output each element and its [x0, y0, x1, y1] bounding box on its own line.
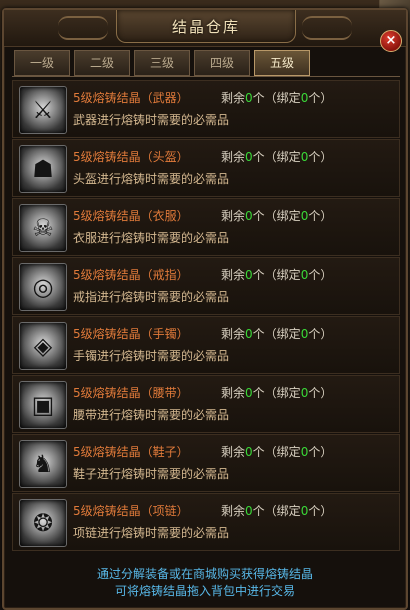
- boots-icon: ♞: [32, 450, 54, 478]
- item-stock: 剩余0个（绑定0个）: [221, 150, 333, 164]
- list-item[interactable]: ☗ 5级熔铸结晶（头盔） 剩余0个（绑定0个） 头盔进行熔铸时需要的必需品: [12, 139, 400, 197]
- item-stock: 剩余0个（绑定0个）: [221, 327, 333, 341]
- list-item[interactable]: ♞ 5级熔铸结晶（鞋子） 剩余0个（绑定0个） 鞋子进行熔铸时需要的必需品: [12, 434, 400, 492]
- item-description: 手镯进行熔铸时需要的必需品: [73, 349, 230, 363]
- remain-count: 0: [245, 327, 253, 341]
- footer-hint-line-1: 通过分解装备或在商城购买获得熔铸结晶: [96, 567, 313, 581]
- remain-count: 0: [245, 150, 253, 164]
- item-stock: 剩余0个（绑定0个）: [221, 445, 333, 459]
- item-description: 腰带进行熔铸时需要的必需品: [73, 408, 230, 422]
- item-description: 戒指进行熔铸时需要的必需品: [73, 290, 230, 304]
- crystal-warehouse-window: 结晶仓库 × 一级 二级 三级 四级 五级 ⚔ 5级熔铸结晶（武器） 剩余0个（…: [2, 8, 408, 610]
- remain-count: 0: [245, 91, 253, 105]
- window-title: 结晶仓库: [171, 18, 240, 36]
- title-plate: 结晶仓库: [116, 10, 296, 43]
- footer-hint: 通过分解装备或在商城购买获得熔铸结晶 可将熔铸结晶拖入背包中进行交易: [4, 566, 406, 600]
- list-item[interactable]: ❂ 5级熔铸结晶（项链） 剩余0个（绑定0个） 项链进行熔铸时需要的必需品: [12, 493, 400, 551]
- item-stock: 剩余0个（绑定0个）: [221, 504, 333, 518]
- list-item[interactable]: ◎ 5级熔铸结晶（戒指） 剩余0个（绑定0个） 戒指进行熔铸时需要的必需品: [12, 257, 400, 315]
- item-slot[interactable]: ⚔: [19, 86, 67, 134]
- necklace-icon: ❂: [32, 509, 54, 537]
- title-ornament-left: [58, 16, 108, 40]
- item-stock: 剩余0个（绑定0个）: [221, 386, 333, 400]
- list-item[interactable]: ⚔ 5级熔铸结晶（武器） 剩余0个（绑定0个） 武器进行熔铸时需要的必需品: [12, 80, 400, 138]
- tab-level-2[interactable]: 二级: [74, 50, 130, 76]
- belt-icon: ▣: [31, 391, 55, 419]
- tab-level-3[interactable]: 三级: [134, 50, 190, 76]
- item-slot[interactable]: ❂: [19, 499, 67, 547]
- item-slot[interactable]: ☗: [19, 145, 67, 193]
- item-stock: 剩余0个（绑定0个）: [221, 91, 333, 105]
- item-slot[interactable]: ♞: [19, 440, 67, 488]
- item-name: 5级熔铸结晶（项链）: [73, 504, 189, 518]
- remain-count: 0: [245, 268, 253, 282]
- item-stock: 剩余0个（绑定0个）: [221, 209, 333, 223]
- remain-count: 0: [245, 209, 253, 223]
- title-bar[interactable]: 结晶仓库: [4, 10, 406, 47]
- remain-count: 0: [245, 386, 253, 400]
- close-button[interactable]: ×: [380, 30, 402, 52]
- helmet-icon: ☗: [32, 155, 54, 183]
- footer-hint-line-2: 可将熔铸结晶拖入背包中进行交易: [114, 584, 295, 598]
- item-slot[interactable]: ☠: [19, 204, 67, 252]
- item-name: 5级熔铸结晶（武器）: [73, 91, 189, 105]
- item-description: 项链进行熔铸时需要的必需品: [73, 526, 230, 540]
- title-ornament-right: [302, 16, 352, 40]
- bracelet-icon: ◈: [33, 332, 53, 360]
- item-name: 5级熔铸结晶（头盔）: [73, 150, 189, 164]
- list-item[interactable]: ☠ 5级熔铸结晶（衣服） 剩余0个（绑定0个） 衣服进行熔铸时需要的必需品: [12, 198, 400, 256]
- item-slot[interactable]: ◎: [19, 263, 67, 311]
- level-tabs: 一级 二级 三级 四级 五级: [14, 50, 404, 76]
- item-name: 5级熔铸结晶（腰带）: [73, 386, 189, 400]
- tab-level-5[interactable]: 五级: [254, 50, 310, 76]
- close-icon: ×: [385, 33, 397, 48]
- tab-level-1[interactable]: 一级: [14, 50, 70, 76]
- tab-divider: [12, 76, 400, 77]
- ring-icon: ◎: [32, 273, 54, 301]
- item-description: 武器进行熔铸时需要的必需品: [73, 113, 230, 127]
- item-slot[interactable]: ◈: [19, 322, 67, 370]
- item-description: 鞋子进行熔铸时需要的必需品: [73, 467, 230, 481]
- item-stock: 剩余0个（绑定0个）: [221, 268, 333, 282]
- weapon-icon: ⚔: [32, 96, 54, 124]
- list-item[interactable]: ▣ 5级熔铸结晶（腰带） 剩余0个（绑定0个） 腰带进行熔铸时需要的必需品: [12, 375, 400, 433]
- remain-count: 0: [245, 445, 253, 459]
- item-description: 头盔进行熔铸时需要的必需品: [73, 172, 230, 186]
- item-name: 5级熔铸结晶（戒指）: [73, 268, 189, 282]
- item-slot[interactable]: ▣: [19, 381, 67, 429]
- list-item[interactable]: ◈ 5级熔铸结晶（手镯） 剩余0个（绑定0个） 手镯进行熔铸时需要的必需品: [12, 316, 400, 374]
- item-description: 衣服进行熔铸时需要的必需品: [73, 231, 230, 245]
- item-name: 5级熔铸结晶（衣服）: [73, 209, 189, 223]
- item-name: 5级熔铸结晶（鞋子）: [73, 445, 189, 459]
- armor-icon: ☠: [32, 214, 54, 242]
- remain-count: 0: [245, 504, 253, 518]
- tab-level-4[interactable]: 四级: [194, 50, 250, 76]
- item-name: 5级熔铸结晶（手镯）: [73, 327, 189, 341]
